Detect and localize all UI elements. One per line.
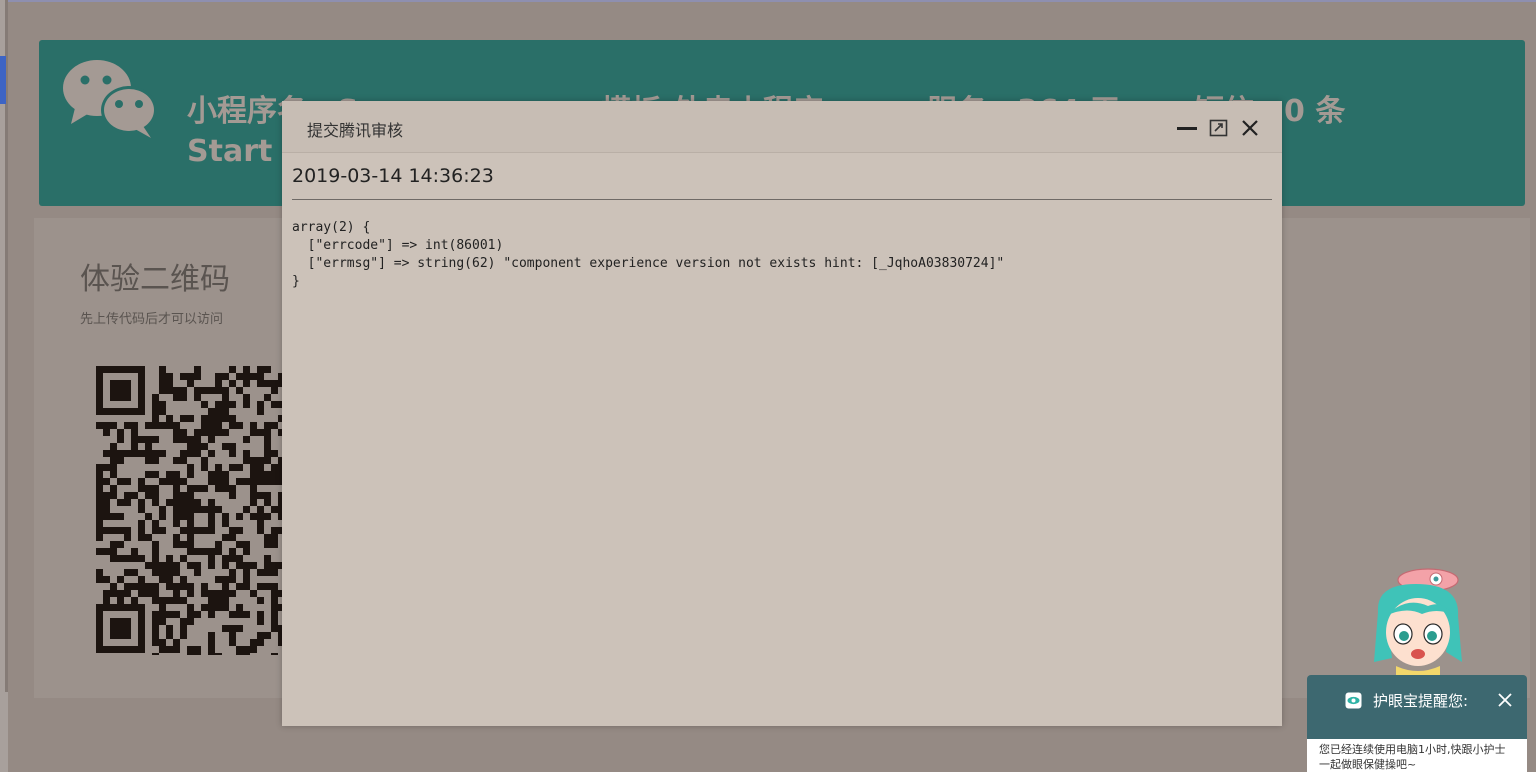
api-response-output: array(2) { ["errcode"] => int(86001) ["e…	[292, 220, 1005, 289]
trial-qrcode-title: 体验二维码	[80, 262, 230, 297]
reminder-header: 护眼宝提醒您:	[1307, 675, 1527, 739]
submit-review-dialog: 提交腾讯审核 2019-03-14 14:36:23 array(2) { ["…	[282, 101, 1282, 726]
dialog-header: 提交腾讯审核	[282, 101, 1282, 153]
close-icon[interactable]	[1497, 692, 1513, 708]
miniprogram-name-continued: Start	[187, 134, 273, 169]
close-icon[interactable]	[1239, 117, 1261, 139]
reminder-body: 您已经连续使用电脑1小时,快跟小护士一起做眼保健操吧~	[1307, 739, 1527, 772]
reminder-title: 护眼宝提醒您:	[1373, 692, 1469, 710]
nurse-mascot-image	[1374, 568, 1462, 682]
minimize-icon[interactable]	[1176, 117, 1198, 139]
wechat-icon	[63, 60, 157, 138]
eye-care-reminder-popup: 护眼宝提醒您: 您已经连续使用电脑1小时,快跟小护士一起做眼保健操吧~	[1307, 675, 1527, 772]
submission-timestamp: 2019-03-14 14:36:23	[292, 165, 494, 187]
trial-qrcode-image	[96, 366, 282, 655]
left-sidebar-active-marker	[0, 56, 6, 104]
reminder-message: 您已经连续使用电脑1小时,快跟小护士一起做眼保健操吧~	[1319, 743, 1506, 771]
dialog-title: 提交腾讯审核	[307, 121, 404, 140]
maximize-icon[interactable]	[1208, 117, 1230, 139]
trial-qrcode-hint: 先上传代码后才可以访问	[80, 312, 224, 327]
dialog-divider	[292, 199, 1272, 200]
eye-care-app-icon	[1345, 692, 1362, 709]
left-sidebar-edge	[0, 0, 8, 772]
window-top-border	[0, 0, 1536, 2]
